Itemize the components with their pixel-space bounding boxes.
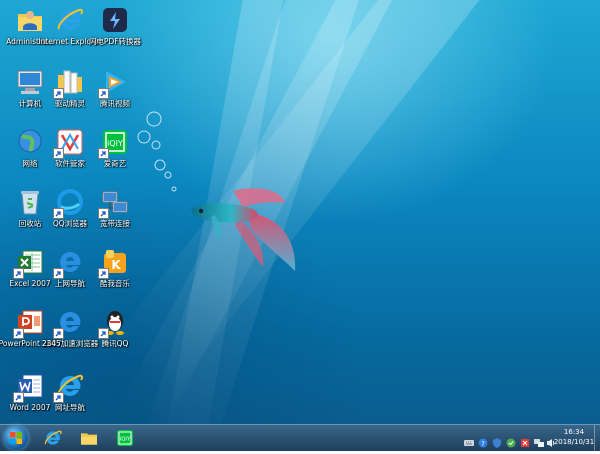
qq-browser-icon [53,187,85,219]
svg-text:K: K [111,258,121,272]
shortcut-arrow-icon [13,392,24,403]
icon-label: 爱奇艺 [103,159,127,168]
desktop-icon-iqiyi[interactable]: iQIY 爱奇艺 [83,122,147,182]
show-desktop-button[interactable] [594,425,600,451]
network-tray-icon[interactable] [534,433,544,447]
taskbar-pinned-iqiyi[interactable]: iQIY [108,426,142,450]
system-tray: ? 16:34 2018/10/31 [450,425,600,451]
pdf-converter-icon [100,5,130,35]
internet-explorer-icon [55,5,85,35]
icon-label: 腾讯视频 [100,99,130,108]
software-manager-icon [53,127,85,159]
antivirus-icon[interactable] [506,433,516,448]
keyboard-icon[interactable] [464,433,474,446]
icon-label: 网址导航 [55,403,85,412]
shortcut-arrow-icon [53,148,64,159]
file-explorer-icon [81,433,97,445]
shortcut-arrow-icon [53,88,64,99]
icon-label: 腾讯QQ [101,339,129,348]
svg-text:?: ? [481,440,485,448]
url-navigation-icon [53,371,85,403]
windows-start-icon[interactable] [4,426,28,450]
shortcut-arrow-icon [53,208,64,219]
clock-time: 16:34 [563,428,585,436]
driver-genius-icon [53,67,85,99]
shortcut-arrow-icon [53,328,64,339]
svg-text:iQIY: iQIY [120,437,131,443]
shortcut-arrow-icon [98,208,109,219]
shortcut-arrow-icon [53,268,64,279]
desktop-icon-pdf-converter[interactable]: 闪电PDF转换器 [83,0,147,60]
shortcut-arrow-icon [98,328,109,339]
internet-explorer-icon [44,430,62,445]
taskbar-pinned-internet-explorer[interactable] [36,426,70,450]
shortcut-arrow-icon [98,88,109,99]
kuwo-music-icon: K [98,247,130,279]
desktop-icon-grid: Administra... 计算机 网络 回收站 Excel 2007 Powe… [0,0,600,424]
shortcut-arrow-icon [13,268,24,279]
svg-text:iQIY: iQIY [107,139,123,148]
shortcut-arrow-icon [13,328,24,339]
web-navigation-icon [53,247,85,279]
desktop-icon-broadband-connection[interactable]: 宽带连接 [83,182,147,242]
desktop-icon-tencent-qq[interactable]: 腾讯QQ [83,302,147,362]
shortcut-arrow-icon [98,148,109,159]
qq-icon [98,307,130,339]
desktop-icon-tencent-video[interactable]: 腾讯视频 [83,62,147,122]
shield-icon[interactable] [492,433,502,448]
icon-label: 闪电PDF转换器 [88,37,142,46]
flag-icon[interactable] [520,433,530,447]
iqiyi-icon: iQIY [98,127,130,159]
desktop-icon-url-navigation[interactable]: 网址导航 [38,366,102,426]
help-icon[interactable]: ? [478,433,488,448]
broadband-connection-icon [98,187,130,219]
shortcut-arrow-icon [98,268,109,279]
taskbar-clock[interactable]: 16:34 2018/10/31 [552,427,596,447]
icon-label: 酷我音乐 [100,279,130,288]
desktop-icon-kuwo-music[interactable]: K 酷我音乐 [83,242,147,302]
iqiyi-icon: iQIY [117,430,133,446]
tencent-video-icon [98,67,130,99]
taskbar-pinned-file-explorer[interactable] [72,426,106,450]
clock-date: 2018/10/31 [553,438,595,446]
taskbar: iQIY ? 16:34 2018/10/31 [0,424,600,451]
shortcut-arrow-icon [53,392,64,403]
browser-2345-icon [53,307,85,339]
icon-label: 宽带连接 [100,219,130,228]
